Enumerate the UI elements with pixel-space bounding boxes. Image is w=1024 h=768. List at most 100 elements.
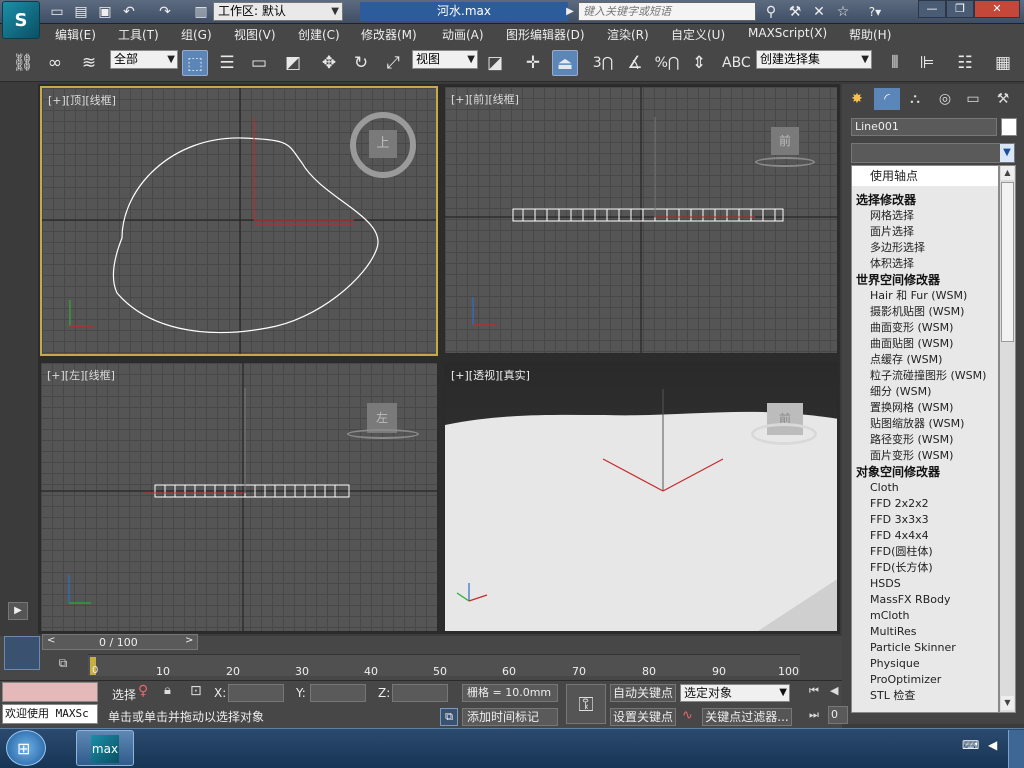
current-frame-field[interactable]: 0 [828, 706, 848, 724]
move-icon[interactable]: ✥ [316, 50, 342, 76]
list-item[interactable]: 路径变形 (WSM) [852, 432, 998, 448]
unlink-icon[interactable]: ∞ [42, 50, 68, 76]
start-button[interactable]: ⊞ [6, 730, 46, 766]
time-slider[interactable]: < 0 / 100 > [42, 634, 198, 650]
list-item[interactable]: 点缓存 (WSM) [852, 352, 998, 368]
close-button[interactable]: ✕ [974, 0, 1020, 18]
time-tag-icon[interactable]: ⧉ [440, 708, 458, 726]
favorites-star-icon[interactable]: ☆ [834, 3, 852, 21]
spinner-snap-icon[interactable]: ⇕ [686, 50, 712, 76]
undo-icon[interactable]: ↶ [120, 3, 138, 21]
menu-views[interactable]: 视图(V) [234, 26, 276, 43]
list-item[interactable]: mCloth [852, 608, 998, 624]
scroll-up-icon[interactable]: ▲ [1001, 166, 1014, 180]
x-coord-field[interactable] [228, 684, 284, 702]
viewport-label[interactable]: [+][透视][真实] [451, 367, 530, 383]
list-item[interactable]: 贴图缩放器 (WSM) [852, 416, 998, 432]
list-item[interactable]: FFD(长方体) [852, 560, 998, 576]
mini-curve-editor-icon[interactable]: ⧉ [50, 656, 76, 676]
create-tab-icon[interactable]: ✸ [844, 88, 870, 110]
display-tab-icon[interactable]: ▭ [960, 88, 986, 110]
auto-key-target-select[interactable]: 选定对象 ▼ [680, 684, 790, 702]
list-item[interactable]: 细分 (WSM) [852, 384, 998, 400]
volume-icon[interactable]: ◀ [988, 738, 1004, 754]
menu-help[interactable]: 帮助(H) [849, 26, 891, 43]
menu-modifiers[interactable]: 修改器(M) [361, 26, 417, 43]
key-mode-icon[interactable]: ⏭ [804, 708, 824, 726]
hierarchy-tab-icon[interactable]: ⛬ [902, 88, 928, 110]
show-desktop-button[interactable] [1008, 730, 1024, 768]
list-item[interactable]: FFD 4x4x4 [852, 528, 998, 544]
list-item[interactable]: 体积选择 [852, 256, 998, 272]
list-item[interactable]: MassFX RBody [852, 592, 998, 608]
list-item[interactable]: 摄影机贴图 (WSM) [852, 304, 998, 320]
taskbar-app-max[interactable]: max [76, 730, 134, 766]
named-selection-select[interactable]: 创建选择集 ▼ [756, 50, 872, 69]
list-item[interactable]: Particle Skinner [852, 640, 998, 656]
layer-manager-icon[interactable]: ☷ [952, 50, 978, 76]
graphite-toolbar-icon[interactable]: ▦ [990, 50, 1016, 76]
exchange-icon[interactable]: ✕ [810, 3, 828, 21]
pivot-center-icon[interactable]: ◪ [482, 50, 508, 76]
add-time-tag-button[interactable]: 添加时间标记 [462, 708, 558, 726]
open-file-icon[interactable]: ▤ [72, 3, 90, 21]
menu-create[interactable]: 创建(C) [298, 26, 340, 43]
window-crossing-icon[interactable]: ◩ [280, 50, 306, 76]
align-icon[interactable]: ⊫ [914, 50, 940, 76]
menu-customize[interactable]: 自定义(U) [671, 26, 725, 43]
select-manipulate-icon[interactable]: ✛ [520, 50, 546, 76]
subscription-icon[interactable]: ⚒ [786, 3, 804, 21]
new-file-icon[interactable]: ▭ [48, 3, 66, 21]
rectangle-region-icon[interactable]: ▭ [246, 50, 272, 76]
play-arrow-icon[interactable]: ▶ [564, 3, 576, 21]
key-filter-curve-icon[interactable]: ∿ [682, 708, 700, 726]
chevron-right-icon[interactable]: > [185, 635, 193, 646]
set-key-button[interactable]: 设置关键点 [610, 708, 676, 726]
chevron-left-icon[interactable]: < [47, 635, 55, 646]
viewport-layout-icon[interactable] [4, 636, 40, 670]
bind-space-warp-icon[interactable]: ≋ [76, 50, 102, 76]
list-item[interactable]: HSDS [852, 576, 998, 592]
percent-snap-icon[interactable]: %⋂ [654, 50, 680, 76]
minimize-button[interactable]: — [918, 0, 946, 18]
scale-icon[interactable]: ⤢ [380, 50, 406, 76]
modifier-list-dropdown[interactable]: ▼ [851, 143, 1015, 163]
menu-maxscript[interactable]: MAXScript(X) [748, 26, 827, 40]
list-item[interactable]: 面片变形 (WSM) [852, 448, 998, 464]
scroll-thumb[interactable] [1001, 182, 1014, 342]
absolute-mode-icon[interactable]: ⊡ [190, 683, 208, 701]
reference-coord-select[interactable]: 视图 ▼ [412, 50, 478, 69]
list-item[interactable]: MultiRes [852, 624, 998, 640]
viewport-front[interactable]: [+][前][线框] 前 [444, 86, 838, 354]
menu-animation[interactable]: 动画(A) [442, 26, 484, 43]
viewcube[interactable]: 上 [369, 130, 397, 158]
list-item[interactable]: Hair 和 Fur (WSM) [852, 288, 998, 304]
set-key-icon[interactable]: ⚿ [566, 684, 606, 724]
list-item[interactable]: FFD 3x3x3 [852, 512, 998, 528]
previous-frame-icon[interactable]: ◀ [830, 684, 842, 702]
keyboard-shortcut-override-icon[interactable]: ⏏ [552, 50, 578, 76]
viewport-left[interactable]: [+][左][线框] 左 [40, 362, 438, 632]
menu-edit[interactable]: 编辑(E) [55, 26, 96, 43]
link-icon[interactable]: ⛓ [10, 50, 36, 76]
menu-group[interactable]: 组(G) [181, 26, 212, 43]
list-item[interactable]: Cloth [852, 480, 998, 496]
track-bar[interactable]: 0 10 20 30 40 50 60 70 80 90 100 [88, 654, 800, 678]
help-icon[interactable]: ?▾ [866, 3, 884, 21]
motion-tab-icon[interactable]: ◎ [932, 88, 958, 110]
maxscript-mini-listener[interactable]: 欢迎使用 MAXSc [2, 704, 98, 724]
keyboard-icon[interactable]: ⌨ [962, 738, 979, 754]
viewcube-ring[interactable] [347, 429, 419, 439]
object-name-field[interactable]: Line001 [851, 118, 997, 136]
isolate-selection-icon[interactable]: ♀ [138, 683, 156, 701]
restore-button[interactable]: ❐ [946, 0, 974, 18]
list-item[interactable]: ProOptimizer [852, 672, 998, 688]
modify-tab-icon[interactable]: ◜ [874, 88, 900, 110]
scroll-down-icon[interactable]: ▼ [1001, 696, 1014, 710]
app-menu-button[interactable]: S [2, 1, 40, 39]
list-item[interactable]: 网格选择 [852, 208, 998, 224]
list-item[interactable]: 面片选择 [852, 224, 998, 240]
y-coord-field[interactable] [310, 684, 366, 702]
save-icon[interactable]: ▣ [96, 3, 114, 21]
edit-named-selection-icon[interactable]: ABC [722, 50, 751, 76]
